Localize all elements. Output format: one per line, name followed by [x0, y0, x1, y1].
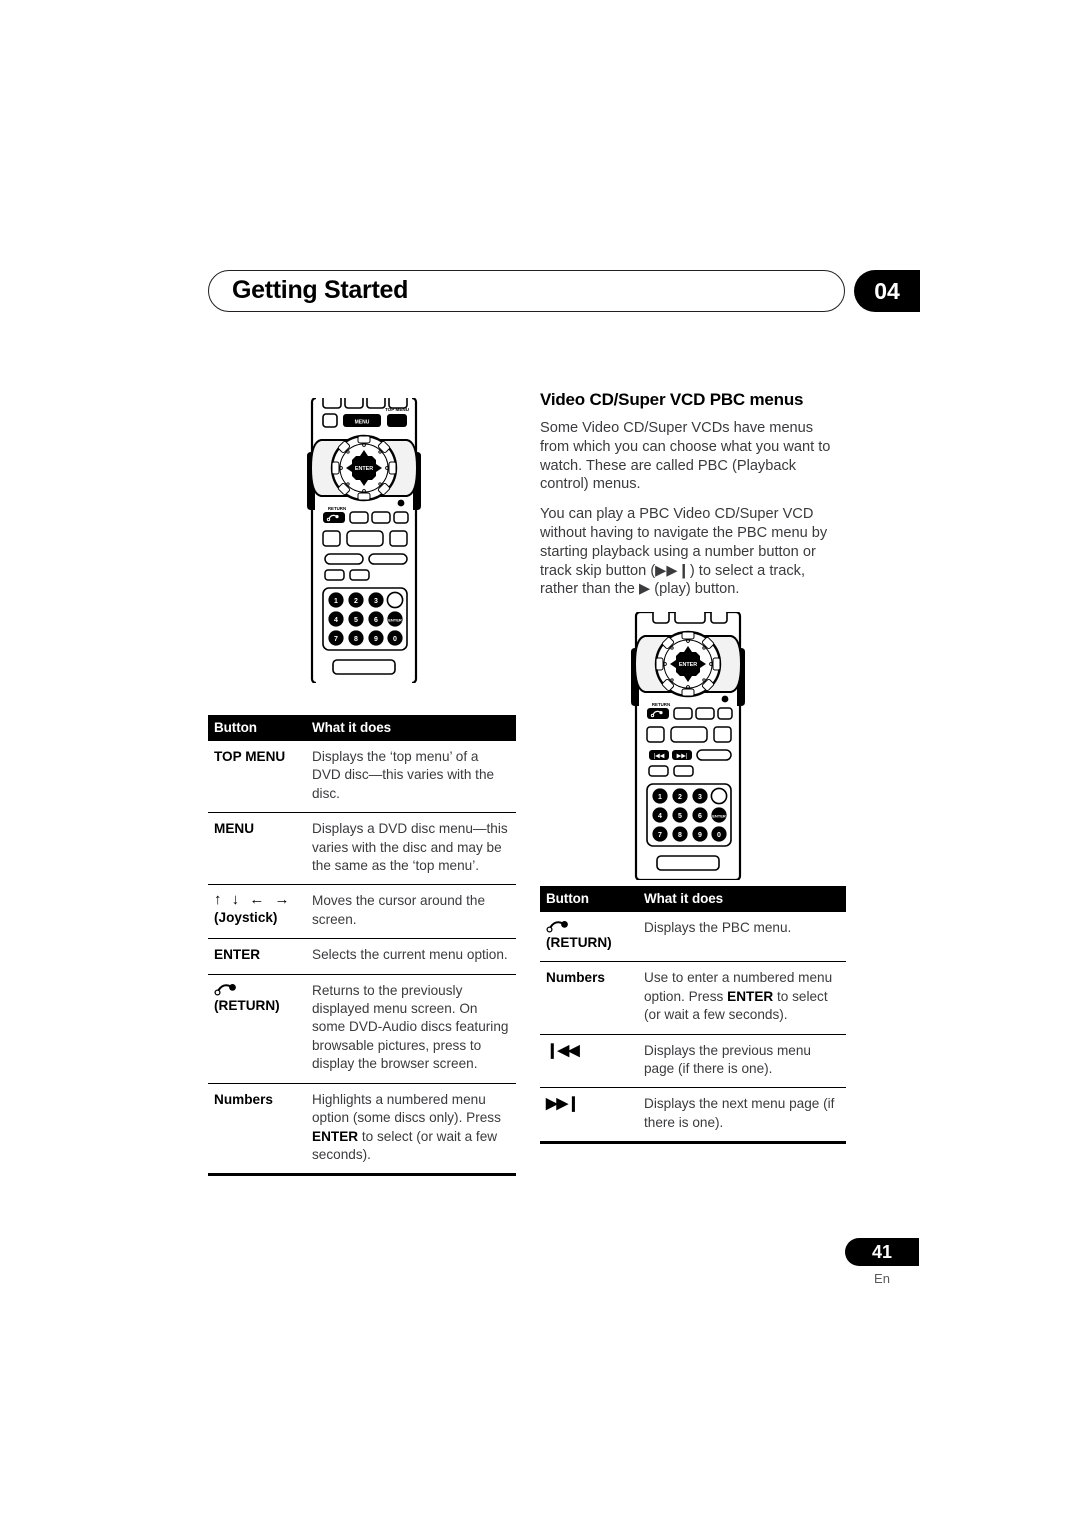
- button-description: Highlights a numbered menu option (some …: [306, 1083, 516, 1177]
- table-row: Numbers Use to enter a numbered menu opt…: [540, 961, 846, 1035]
- button-label-return: (RETURN): [540, 912, 638, 963]
- svg-text:3: 3: [374, 598, 378, 605]
- page-number-badge: 41: [845, 1238, 919, 1266]
- button-description: Selects the current menu option.: [306, 938, 516, 975]
- svg-text:4: 4: [658, 813, 662, 820]
- page-title: Getting Started: [232, 276, 409, 304]
- svg-text:5: 5: [354, 617, 358, 624]
- remote-control-pbc-menu-illustration: ENTER RETURN |◀◀ ▶▶| 1 2 3 4 5 6 7 8 9 0…: [627, 609, 749, 882]
- svg-text:ENTER: ENTER: [679, 662, 697, 668]
- button-description: Moves the cursor around the screen.: [306, 884, 516, 940]
- table-row: (RETURN) Displays the PBC menu.: [540, 912, 846, 963]
- return-label: (RETURN): [546, 935, 612, 950]
- table-row: ❙◀◀ Displays the previous menu page (if …: [540, 1034, 846, 1089]
- column-header-button: Button: [208, 715, 306, 741]
- svg-text:7: 7: [658, 832, 662, 839]
- svg-text:9: 9: [374, 636, 378, 643]
- svg-text:8: 8: [678, 832, 682, 839]
- button-description: Displays the PBC menu.: [638, 912, 846, 963]
- svg-text:8: 8: [354, 636, 358, 643]
- remote-control-dvd-menu-illustration: MENU TOP MENU ENTER RETURN 1 2 3 4 5 6 7…: [303, 393, 425, 685]
- svg-text:2: 2: [678, 794, 682, 801]
- table-row: ↑ ↓ ← → (Joystick) Moves the cursor arou…: [208, 884, 516, 940]
- button-label-return: (RETURN): [208, 974, 306, 1084]
- pbc-menu-button-table: Button What it does (RETURN) Displays th…: [540, 886, 846, 1145]
- language-code: En: [874, 1271, 890, 1286]
- return-arrow-icon: [214, 983, 236, 996]
- column-header-button: Button: [540, 886, 638, 912]
- section-title: Video CD/Super VCD PBC menus: [540, 390, 804, 409]
- svg-text:|◀◀: |◀◀: [654, 754, 665, 760]
- button-description: Returns to the previously displayed menu…: [306, 974, 516, 1084]
- svg-text:6: 6: [698, 813, 702, 820]
- button-label-skip-back: ❙◀◀: [540, 1034, 638, 1089]
- svg-text:0: 0: [717, 832, 721, 839]
- left-column: Button What it does TOP MENU Displays th…: [208, 715, 516, 1177]
- button-label-skip-forward: ▶▶❙: [540, 1087, 638, 1145]
- column-header-what-it-does: What it does: [306, 715, 516, 741]
- button-description: Displays the ‘top menu’ of a DVD disc—th…: [306, 741, 516, 814]
- button-description: Use to enter a numbered menu option. Pre…: [638, 961, 846, 1035]
- joystick-label: (Joystick): [214, 910, 278, 926]
- table-header-row: Button What it does: [540, 886, 846, 912]
- svg-text:1: 1: [334, 598, 338, 605]
- svg-text:RETURN: RETURN: [328, 506, 346, 511]
- table-row: ▶▶❙ Displays the next menu page (if ther…: [540, 1087, 846, 1145]
- svg-text:6: 6: [374, 617, 378, 624]
- table-row: (RETURN) Returns to the previously displ…: [208, 974, 516, 1084]
- svg-text:TOP MENU: TOP MENU: [385, 407, 410, 412]
- paragraph-pbc-intro: Some Video CD/Super VCDs have menus from…: [540, 420, 831, 493]
- svg-text:ENTER: ENTER: [712, 814, 726, 819]
- skip-forward-icon: ▶▶❙: [546, 1095, 580, 1113]
- dvd-menu-button-table: Button What it does TOP MENU Displays th…: [208, 715, 516, 1177]
- svg-text:RETURN: RETURN: [652, 702, 670, 707]
- svg-text:▶▶|: ▶▶|: [677, 754, 688, 760]
- button-description: Displays the previous menu page (if ther…: [638, 1034, 846, 1089]
- svg-text:7: 7: [334, 636, 338, 643]
- button-label: TOP MENU: [208, 741, 306, 814]
- skip-back-icon: ❙◀◀: [546, 1041, 580, 1059]
- joystick-arrows-icon: ↑ ↓ ← →: [214, 891, 293, 909]
- table-header-row: Button What it does: [208, 715, 516, 741]
- svg-text:MENU: MENU: [355, 420, 370, 426]
- svg-text:ENTER: ENTER: [355, 466, 373, 472]
- button-label-joystick: ↑ ↓ ← → (Joystick): [208, 884, 306, 940]
- page-footer: 41 En: [845, 1238, 923, 1286]
- svg-text:9: 9: [698, 832, 702, 839]
- button-description: Displays a DVD disc menu—this varies wit…: [306, 812, 516, 886]
- svg-text:1: 1: [658, 794, 662, 801]
- svg-text:4: 4: [334, 617, 338, 624]
- table-row: MENU Displays a DVD disc menu—this varie…: [208, 812, 516, 886]
- svg-text:0: 0: [393, 636, 397, 643]
- table-row: TOP MENU Displays the ‘top menu’ of a DV…: [208, 741, 516, 814]
- table-row: Numbers Highlights a numbered menu optio…: [208, 1083, 516, 1177]
- column-header-what-it-does: What it does: [638, 886, 846, 912]
- paragraph-pbc-playback: You can play a PBC Video CD/Super VCD wi…: [540, 506, 828, 598]
- svg-text:2: 2: [354, 598, 358, 605]
- return-label: (RETURN): [214, 997, 280, 1013]
- chapter-badge: 04: [854, 270, 920, 312]
- button-label: MENU: [208, 812, 306, 886]
- return-arrow-icon: [546, 921, 568, 933]
- button-description: Displays the next menu page (if there is…: [638, 1087, 846, 1145]
- svg-text:3: 3: [698, 794, 702, 801]
- button-label: Numbers: [208, 1083, 306, 1177]
- button-label: ENTER: [208, 938, 306, 975]
- page-header: Getting Started 04: [208, 270, 920, 312]
- button-label: Numbers: [540, 961, 638, 1035]
- right-column: Video CD/Super VCD PBC menus Some Video …: [540, 390, 846, 599]
- right-column-table-wrap: Button What it does (RETURN) Displays th…: [540, 886, 846, 1145]
- svg-text:5: 5: [678, 813, 682, 820]
- table-row: ENTER Selects the current menu option.: [208, 938, 516, 975]
- svg-text:ENTER: ENTER: [388, 618, 402, 623]
